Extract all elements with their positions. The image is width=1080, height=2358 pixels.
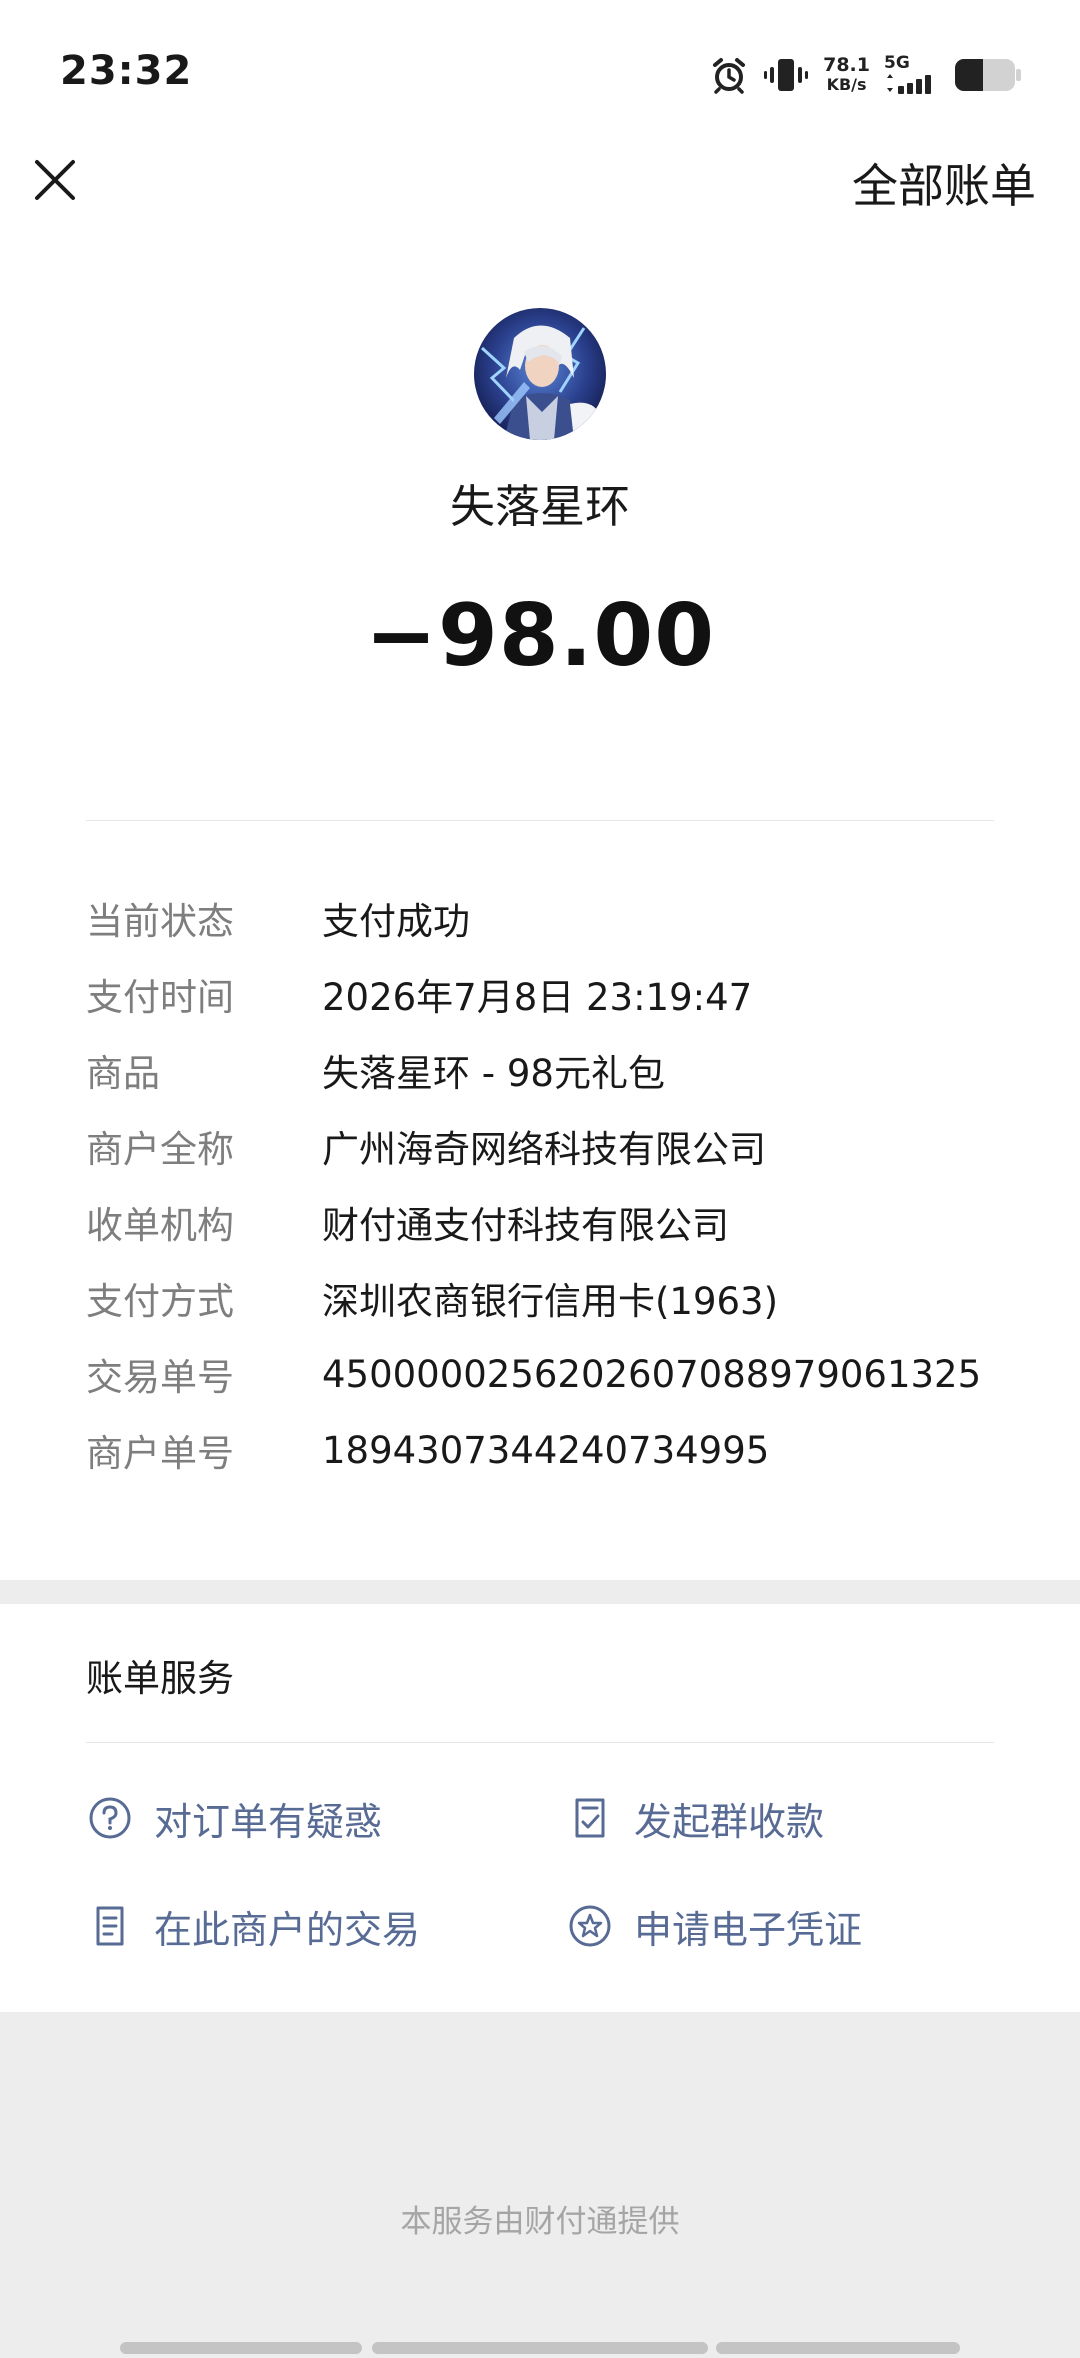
svc-label: 在此商户的交易 [154, 1907, 421, 1952]
network-type: 5G [884, 53, 910, 73]
question-circle-icon [86, 1794, 134, 1842]
svc-label: 对订单有疑惑 [154, 1799, 383, 1844]
detail-row-merchant-order-id: 商户单号 1894307344240734995 [86, 1412, 1006, 1488]
detail-value: 深圳农商银行信用卡(1963) [322, 1280, 779, 1323]
document-icon [86, 1902, 134, 1950]
bill-service-card: 账单服务 对订单有疑惑 发起群收款 在此商户的交易 申请电子凭证 [0, 1604, 1080, 2012]
net-speed-unit: KB/s [826, 75, 867, 94]
detail-value: 财付通支付科技有限公司 [322, 1204, 729, 1247]
detail-label: 支付时间 [86, 976, 234, 1019]
scroll-indicator [120, 2342, 362, 2354]
section-gap [0, 1580, 1080, 1604]
detail-row-merchant-fullname: 商户全称 广州海奇网络科技有限公司 [86, 1108, 1006, 1184]
payment-amount: −98.00 [364, 586, 716, 686]
detail-value: 失落星环 - 98元礼包 [322, 1052, 665, 1095]
detail-row-status: 当前状态 支付成功 [86, 880, 1006, 956]
detail-label: 商户全称 [86, 1128, 234, 1171]
close-icon [35, 160, 75, 200]
all-bills-link[interactable]: 全部账单 [852, 150, 1036, 216]
vibrate-icon [763, 55, 809, 95]
footer-provider-text: 本服务由财付通提供 [400, 2204, 680, 2240]
signal-icon: 5G [884, 54, 940, 96]
alarm-icon [709, 55, 749, 95]
divider [86, 820, 994, 821]
bill-service-title: 账单服务 [86, 1657, 234, 1700]
battery-icon [954, 56, 1022, 94]
order-question-button[interactable]: 对订单有疑惑 [86, 1788, 382, 1848]
close-button[interactable] [30, 150, 80, 210]
detail-row-pay-method: 支付方式 深圳农商银行信用卡(1963) [86, 1260, 1006, 1336]
detail-row-pay-time: 支付时间 2026年7月8日 23:19:47 [86, 956, 1006, 1032]
e-voucher-button[interactable]: 申请电子凭证 [566, 1896, 862, 1956]
status-time: 23:32 [60, 48, 193, 94]
star-badge-icon [566, 1902, 614, 1950]
detail-value: 4500000256202607088979061325 [322, 1352, 982, 1396]
detail-label: 商品 [86, 1052, 160, 1095]
status-bar: 23:32 78.1 KB/s 5G [0, 0, 1080, 150]
merchant-transactions-button[interactable]: 在此商户的交易 [86, 1896, 420, 1956]
detail-value: 1894307344240734995 [322, 1428, 770, 1472]
detail-label: 交易单号 [86, 1356, 234, 1399]
transaction-details: 当前状态 支付成功 支付时间 2026年7月8日 23:19:47 商品 失落星… [86, 880, 1006, 1488]
merchant-avatar [474, 308, 606, 440]
detail-row-transaction-id: 交易单号 4500000256202607088979061325 [86, 1336, 1006, 1412]
scroll-indicator [372, 2342, 708, 2354]
detail-label: 收单机构 [86, 1204, 234, 1247]
svc-label: 申请电子凭证 [634, 1907, 863, 1952]
divider [86, 1742, 994, 1743]
net-speed: 78.1 KB/s [823, 55, 870, 95]
status-icons: 78.1 KB/s 5G [709, 50, 1022, 100]
net-speed-value: 78.1 [823, 54, 870, 76]
svc-label: 发起群收款 [634, 1799, 825, 1844]
merchant-name: 失落星环 [449, 480, 630, 533]
detail-value: 2026年7月8日 23:19:47 [322, 976, 753, 1019]
checklist-icon [566, 1794, 614, 1842]
detail-row-acquirer: 收单机构 财付通支付科技有限公司 [86, 1184, 1006, 1260]
detail-label: 商户单号 [86, 1432, 234, 1475]
detail-row-product: 商品 失落星环 - 98元礼包 [86, 1032, 1006, 1108]
detail-value: 广州海奇网络科技有限公司 [322, 1128, 766, 1171]
detail-value: 支付成功 [322, 900, 470, 943]
group-collect-button[interactable]: 发起群收款 [566, 1788, 824, 1848]
scroll-indicator [716, 2342, 960, 2354]
detail-label: 当前状态 [86, 900, 234, 943]
detail-label: 支付方式 [86, 1280, 234, 1323]
